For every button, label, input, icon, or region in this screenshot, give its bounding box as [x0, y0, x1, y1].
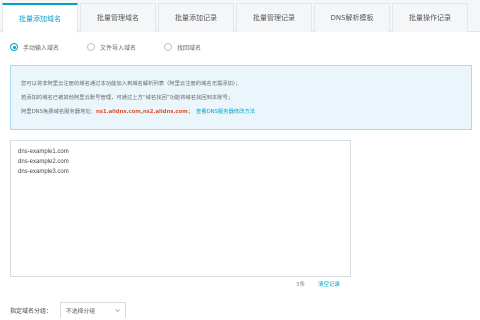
radio-manual-input[interactable]: 手动输入域名 [10, 40, 59, 54]
record-count: 3条 [296, 282, 305, 288]
radio-checked-icon [10, 43, 18, 51]
domain-line: dns-example1.com [18, 149, 69, 155]
notice-line-3: 阿里DNS免费域名服务器地址：ns1.alidns.com,ns2.alidns… [21, 105, 461, 119]
notice-line-3-prefix: 阿里DNS免费域名服务器地址： [21, 109, 96, 115]
info-notice: 您可以将非阿里云注册的域名通过本功能加入到域名解析列表（阿里云注册的域名无需添加… [10, 65, 472, 130]
radio-unchecked-icon [87, 43, 95, 51]
domain-line: dns-example3.com [18, 169, 69, 175]
domain-group-select[interactable]: 不选择分组 [60, 302, 127, 318]
clear-records-link[interactable]: 清空记录 [318, 281, 340, 289]
domain-group-selected: 不选择分组 [66, 309, 96, 315]
domain-textarea[interactable]: dns-example1.com dns-example2.com dns-ex… [10, 140, 351, 277]
radio-file-import[interactable]: 文件导入域名 [87, 40, 136, 54]
tab-batch-add-record[interactable]: 批量添加记录 [158, 3, 234, 32]
domain-group-label: 指定域名分组： [10, 307, 53, 315]
dns-change-method-link[interactable]: 查看DNS服务器修改方法 [196, 109, 255, 115]
tab-dns-template[interactable]: DNS解析模板 [314, 3, 390, 32]
tab-batch-manage-record[interactable]: 批量管理记录 [236, 3, 312, 32]
notice-line-1: 您可以将非阿里云注册的域名通过本功能加入到域名解析列表（阿里云注册的域名无需添加… [21, 81, 241, 87]
radio-retrieve-domain[interactable]: 找回域名 [164, 40, 201, 54]
input-mode-radio-group: 手动输入域名 文件导入域名 找回域名 [10, 40, 470, 54]
tab-batch-manage-domain[interactable]: 批量管理域名 [80, 3, 156, 32]
notice-line-2: 若添加的域名已被其他阿里云账号管理，可通过上方“域名找回”功能将域名找回到本账号… [21, 95, 234, 101]
tab-batch-add-domain[interactable]: 批量添加域名 [2, 3, 78, 33]
radio-label: 手动输入域名 [23, 44, 60, 52]
domain-group-row: 指定域名分组： 不选择分组 [10, 302, 127, 318]
radio-label: 找回域名 [177, 44, 202, 52]
tab-batch-operation-log[interactable]: 批量操作记录 [392, 3, 468, 32]
radio-label: 文件导入域名 [100, 44, 137, 52]
notice-line-3-suffix: ； [187, 109, 193, 115]
domain-line: dns-example2.com [18, 159, 69, 165]
tab-bar: 批量添加域名 批量管理域名 批量添加记录 批量管理记录 DNS解析模板 批量操作… [0, 0, 480, 33]
dns-server-addresses: ns1.alidns.com,ns2.alidns.com [95, 109, 188, 115]
radio-unchecked-icon [164, 43, 172, 51]
chevron-down-icon [115, 309, 120, 313]
